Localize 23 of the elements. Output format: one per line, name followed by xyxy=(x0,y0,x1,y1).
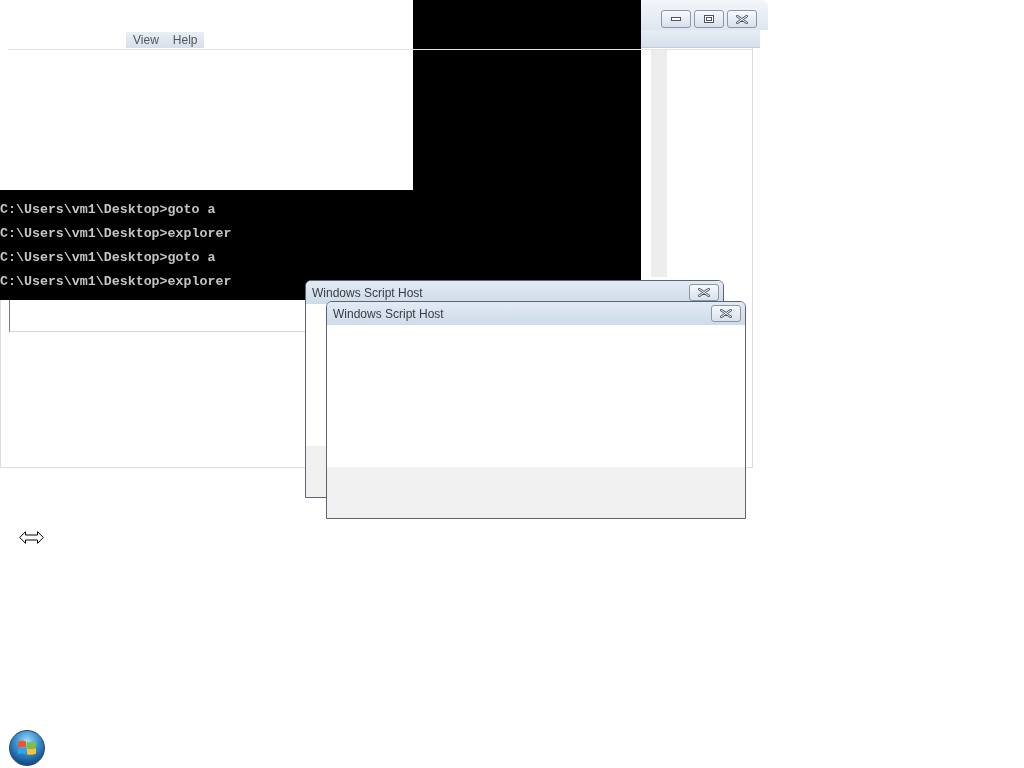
scrollbar-track[interactable] xyxy=(651,50,667,277)
close-button[interactable] xyxy=(727,10,757,28)
resize-cursor-icon xyxy=(19,531,44,544)
flag-icon xyxy=(17,739,37,757)
close-icon xyxy=(720,309,732,318)
console-line: C:\Users\vm1\Desktop>goto a xyxy=(0,249,216,267)
minimize-button[interactable] xyxy=(661,10,691,28)
maximize-icon xyxy=(704,15,714,23)
menu-item[interactable]: View xyxy=(126,32,166,48)
maximize-button[interactable] xyxy=(694,10,724,28)
console-line: C:\Users\vm1\Desktop>goto a xyxy=(0,201,216,219)
close-icon xyxy=(736,14,748,24)
close-button[interactable] xyxy=(711,305,741,322)
menu-item[interactable]: Help xyxy=(165,32,205,48)
start-button[interactable] xyxy=(9,730,45,766)
console-line: C:\Users\vm1\Desktop>explorer xyxy=(0,273,232,291)
console-line: C:\Users\vm1\Desktop>explorer xyxy=(0,225,232,243)
input-field[interactable] xyxy=(9,300,305,332)
close-icon xyxy=(698,288,710,297)
minimize-icon xyxy=(671,17,681,21)
window-title: Windows Script Host xyxy=(312,285,423,300)
window-title: Windows Script Host xyxy=(333,306,444,321)
close-button[interactable] xyxy=(689,284,719,301)
